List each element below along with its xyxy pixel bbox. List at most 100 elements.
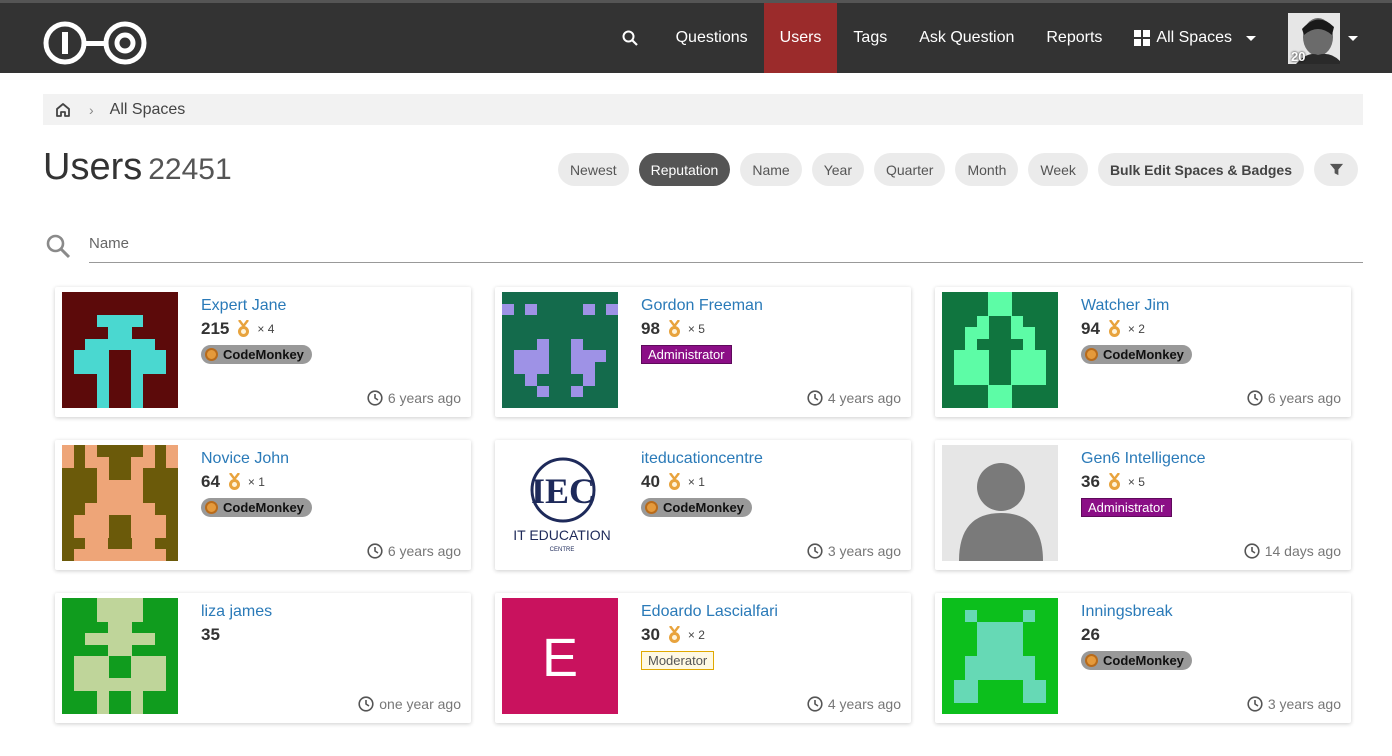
role-label: Moderator (648, 653, 708, 668)
badge-count: × 2 (687, 628, 705, 642)
clock-icon (1247, 696, 1263, 712)
role-badge[interactable]: CodeMonkey (1081, 345, 1192, 364)
user-card: Gordon Freeman 98 × 5 Administrator 4 ye… (495, 287, 911, 417)
user-count: 22451 (148, 153, 232, 186)
user-name[interactable]: liza james (201, 603, 272, 621)
member-since: 6 years ago (1247, 390, 1341, 406)
role-badge[interactable]: Moderator (641, 651, 715, 670)
clock-icon (807, 696, 823, 712)
home-icon[interactable] (55, 102, 71, 118)
user-name[interactable]: Gordon Freeman (641, 297, 763, 315)
reputation-value: 94 (1081, 319, 1100, 338)
role-badge[interactable]: CodeMonkey (201, 345, 312, 364)
avatar[interactable] (942, 292, 1058, 408)
avatar[interactable] (62, 598, 178, 714)
chevron-down-icon (1246, 35, 1256, 41)
avatar[interactable]: IEC IT EDUCATION CENTRE (502, 445, 618, 561)
badge-count: × 5 (687, 322, 705, 336)
sort-year[interactable]: Year (811, 153, 864, 186)
member-since-text: 4 years ago (827, 696, 901, 712)
user-name[interactable]: Gen6 Intelligence (1081, 450, 1206, 468)
role-badge[interactable]: CodeMonkey (1081, 651, 1192, 670)
role-label: CodeMonkey (663, 500, 744, 515)
reputation-value: 30 (641, 625, 660, 644)
user-card: Watcher Jim 94 × 2 CodeMonkey 6 years ag… (935, 287, 1351, 417)
role-label: Administrator (648, 347, 725, 362)
user-name[interactable]: Novice John (201, 450, 289, 468)
medal-icon (668, 473, 680, 490)
clock-icon (367, 543, 383, 559)
chevron-right-icon: › (89, 101, 94, 118)
sort-newest[interactable]: Newest (557, 153, 629, 186)
top-navbar: Questions Users Tags Ask Question Report… (0, 0, 1392, 73)
clock-icon (807, 543, 823, 559)
role-badge[interactable]: CodeMonkey (641, 498, 752, 517)
user-name[interactable]: iteducationcentre (641, 450, 763, 468)
member-since: 3 years ago (807, 543, 901, 559)
breadcrumb-all-spaces[interactable]: All Spaces (110, 101, 186, 119)
role-label: CodeMonkey (1103, 347, 1184, 362)
avatar[interactable] (942, 598, 1058, 714)
member-since-text: 6 years ago (387, 390, 461, 406)
avatar[interactable]: E (502, 598, 618, 714)
user-menu[interactable]: 20 (1272, 3, 1392, 73)
user-card: IEC IT EDUCATION CENTRE iteducationcentr… (495, 440, 911, 570)
monkey-icon (205, 348, 218, 361)
sort-week[interactable]: Week (1028, 153, 1088, 186)
user-name[interactable]: Inningsbreak (1081, 603, 1173, 621)
member-since: 14 days ago (1244, 543, 1341, 559)
user-name[interactable]: Expert Jane (201, 297, 286, 315)
clock-icon (1247, 390, 1263, 406)
search-input[interactable] (89, 225, 1363, 263)
member-since: 6 years ago (367, 390, 461, 406)
logo-subtext: CENTRE (550, 547, 575, 553)
avatar[interactable] (942, 445, 1058, 561)
reputation-value: 98 (641, 319, 660, 338)
badge-count: × 1 (687, 475, 705, 489)
member-since-text: 3 years ago (1267, 696, 1341, 712)
breadcrumb: › All Spaces (43, 94, 1363, 125)
member-since: 4 years ago (807, 696, 901, 712)
sort-name[interactable]: Name (740, 153, 802, 186)
user-name[interactable]: Watcher Jim (1081, 297, 1169, 315)
nav-tags[interactable]: Tags (837, 3, 903, 73)
sort-quarter[interactable]: Quarter (874, 153, 946, 186)
user-name[interactable]: Edoardo Lascialfari (641, 603, 778, 621)
nav-users[interactable]: Users (763, 3, 838, 73)
avatar[interactable] (62, 292, 178, 408)
avatar[interactable] (62, 445, 178, 561)
sort-bar: Newest Reputation Name Year Quarter Mont… (557, 153, 1358, 186)
site-logo[interactable] (42, 20, 148, 66)
user-grid: Expert Jane 215 × 4 CodeMonkey 6 years a… (55, 287, 1352, 723)
user-card: Expert Jane 215 × 4 CodeMonkey 6 years a… (55, 287, 471, 417)
avatar: 20 (1288, 12, 1340, 64)
reputation: 30 × 2 (641, 625, 705, 645)
sort-reputation[interactable]: Reputation (638, 153, 731, 186)
avatar[interactable] (502, 292, 618, 408)
filter-button[interactable] (1314, 153, 1358, 186)
nav-ask-question[interactable]: Ask Question (903, 3, 1030, 73)
role-badge[interactable]: Administrator (641, 345, 732, 364)
clock-icon (358, 696, 374, 712)
role-badge[interactable]: CodeMonkey (201, 498, 312, 517)
nav-spaces-label: All Spaces (1156, 29, 1232, 46)
nav-spaces-dropdown[interactable]: All Spaces (1118, 3, 1272, 73)
reputation: 35 (201, 625, 220, 645)
search-icon (46, 234, 71, 259)
role-badge[interactable]: Administrator (1081, 498, 1172, 517)
medal-icon (228, 473, 240, 490)
reputation-value: 35 (201, 625, 220, 644)
nav-reports[interactable]: Reports (1030, 3, 1118, 73)
reputation-value: 64 (201, 472, 220, 491)
clock-icon (1244, 543, 1260, 559)
monkey-icon (205, 501, 218, 514)
bulk-edit-button[interactable]: Bulk Edit Spaces & Badges (1097, 153, 1304, 186)
nav-search-button[interactable] (610, 3, 650, 73)
user-card: E Edoardo Lascialfari 30 × 2 Moderator 4… (495, 593, 911, 723)
medal-icon (1108, 473, 1120, 490)
sort-month[interactable]: Month (955, 153, 1019, 186)
logo-letters: IEC (531, 471, 595, 511)
avatar-letter: E (542, 628, 578, 688)
logo-text: IT EDUCATION (513, 527, 611, 543)
nav-questions[interactable]: Questions (660, 3, 764, 73)
